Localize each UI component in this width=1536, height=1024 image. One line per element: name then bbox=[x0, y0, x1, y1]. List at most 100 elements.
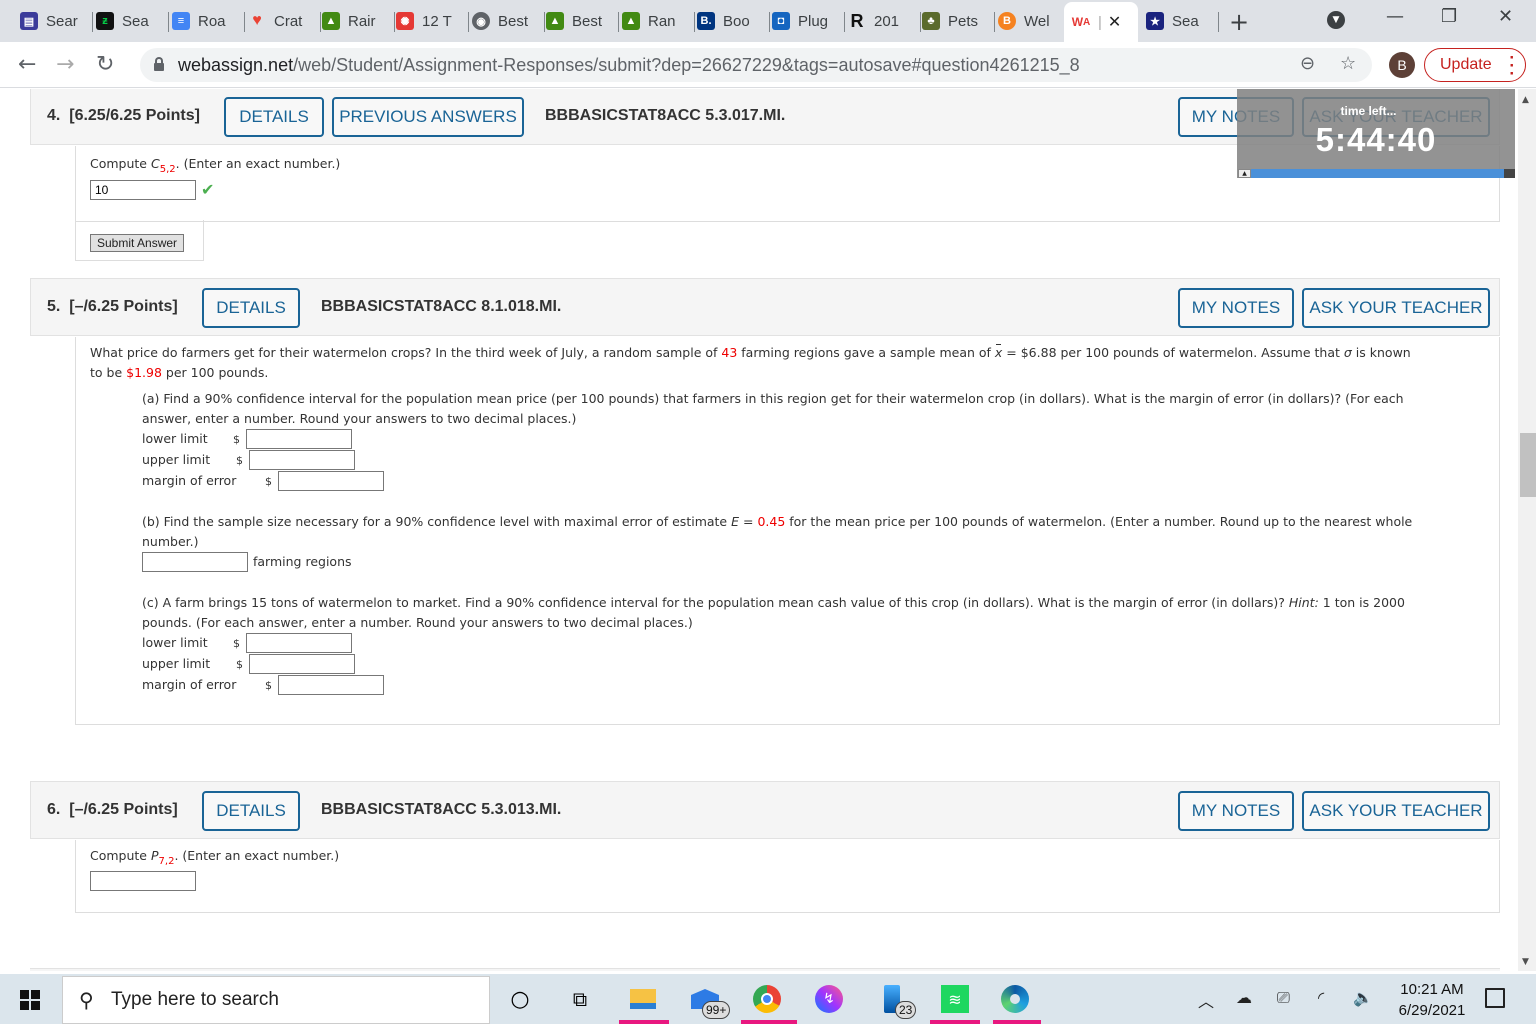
question-6-header: 6. [–/6.25 Points] DETAILS BBBASICSTAT8A… bbox=[30, 781, 1500, 839]
reload-icon[interactable]: ↻ bbox=[96, 52, 114, 77]
minimize-icon[interactable]: — bbox=[1386, 6, 1404, 27]
browser-tab[interactable]: ♣ Pets bbox=[922, 6, 995, 36]
part-a-margin-of-error-input[interactable] bbox=[278, 471, 384, 491]
scrollbar-thumb[interactable] bbox=[1520, 433, 1536, 497]
browser-tab[interactable]: ★ Sea bbox=[1146, 6, 1219, 36]
dollar-sign: $ bbox=[233, 433, 240, 446]
new-tab-button[interactable]: + bbox=[1229, 8, 1249, 36]
time-left-overlay: time left... 5:44:40 ▲ bbox=[1237, 89, 1515, 178]
tab-search-icon[interactable]: ▼ bbox=[1327, 11, 1345, 29]
file-explorer-icon[interactable] bbox=[628, 984, 658, 1014]
cortana-icon[interactable]: ○ bbox=[505, 984, 535, 1014]
details-button[interactable]: DETAILS bbox=[202, 288, 300, 328]
taskbar-clock[interactable]: 10:21 AM 6/29/2021 bbox=[1384, 979, 1480, 1021]
part-b-text-2: number.) bbox=[142, 534, 199, 549]
back-icon[interactable]: ← bbox=[18, 52, 36, 77]
question-code: BBBASICSTAT8ACC 8.1.018.MI. bbox=[321, 298, 562, 315]
notification-center-icon[interactable] bbox=[1485, 988, 1505, 1008]
page-scrollbar[interactable]: ▲ ▼ bbox=[1518, 89, 1536, 971]
question-5-header: 5. [–/6.25 Points] DETAILS BBBASICSTAT8A… bbox=[30, 278, 1500, 336]
chrome-icon[interactable] bbox=[752, 984, 782, 1014]
ask-teacher-button[interactable]: ASK YOUR TEACHER bbox=[1302, 791, 1490, 831]
google-docs-icon: ≡ bbox=[172, 12, 190, 30]
weather-icon: ✺ bbox=[396, 12, 414, 30]
edge-icon[interactable] bbox=[1000, 984, 1030, 1014]
details-button[interactable]: DETAILS bbox=[202, 791, 300, 831]
bookmark-star-icon[interactable]: ☆ bbox=[1340, 53, 1356, 74]
part-a-upper-limit-input[interactable] bbox=[249, 450, 355, 470]
question-6-answer-input[interactable] bbox=[90, 871, 196, 891]
browser-tab[interactable]: B Wel bbox=[998, 6, 1068, 36]
building-icon: ▤ bbox=[20, 12, 38, 30]
details-button[interactable]: DETAILS bbox=[224, 97, 324, 137]
ask-teacher-button[interactable]: ASK YOUR TEACHER bbox=[1302, 288, 1490, 328]
unit-label: farming regions bbox=[253, 554, 352, 569]
r-icon: R bbox=[850, 10, 864, 31]
scroll-down-icon[interactable]: ▼ bbox=[1522, 957, 1529, 967]
browser-tab[interactable]: ✺ 12 T bbox=[396, 6, 469, 36]
part-c-margin-of-error-input[interactable] bbox=[278, 675, 384, 695]
phone-badge: 23 bbox=[895, 1001, 917, 1019]
browser-tab[interactable]: ▲ Ran bbox=[622, 6, 695, 36]
browser-tab[interactable]: ▲ Best bbox=[546, 6, 619, 36]
b-logo-icon: B bbox=[998, 12, 1016, 30]
messenger-icon[interactable]: ↯ bbox=[814, 984, 844, 1014]
meet-now-icon[interactable]: ⎚ bbox=[1277, 988, 1290, 1008]
field-label: margin of error bbox=[142, 677, 237, 692]
my-notes-button[interactable]: MY NOTES bbox=[1178, 791, 1294, 831]
mail-badge: 99+ bbox=[702, 1001, 731, 1019]
forward-icon[interactable]: → bbox=[56, 52, 74, 77]
onedrive-sync-icon[interactable]: ☁ bbox=[1236, 988, 1252, 1007]
dollar-sign: $ bbox=[265, 679, 272, 692]
browser-tab[interactable]: ≡ Roa bbox=[172, 6, 245, 36]
zoom-icon[interactable]: ⊖ bbox=[1300, 53, 1315, 74]
part-c-text: (c) A farm brings 15 tons of watermelon … bbox=[142, 595, 1405, 610]
browser-tab-active[interactable]: WA | ✕ bbox=[1064, 2, 1138, 42]
dollar-sign: $ bbox=[233, 637, 240, 650]
profile-avatar[interactable]: B bbox=[1389, 52, 1415, 78]
part-b-sample-size-input[interactable] bbox=[142, 552, 248, 572]
browser-tab[interactable]: B. Boo bbox=[697, 6, 770, 36]
menu-kebab-icon[interactable]: · · · bbox=[1509, 49, 1515, 82]
webassign-icon: WA bbox=[1071, 15, 1091, 29]
address-bar[interactable]: webassign.net/web/Student/Assignment-Res… bbox=[140, 48, 1372, 82]
update-button[interactable]: Update · · · bbox=[1424, 48, 1526, 82]
restore-icon[interactable]: ❐ bbox=[1441, 6, 1457, 27]
close-tab-icon[interactable]: ✕ bbox=[1108, 12, 1121, 32]
spotify-icon[interactable]: ≋ bbox=[940, 984, 970, 1014]
my-notes-button[interactable]: MY NOTES bbox=[1178, 288, 1294, 328]
taskbar-search[interactable]: ⚲ Type here to search bbox=[62, 976, 490, 1024]
previous-answers-button[interactable]: PREVIOUS ANSWERS bbox=[332, 97, 524, 137]
browser-tab[interactable]: R 201 bbox=[848, 6, 921, 36]
url-text[interactable]: webassign.net/web/Student/Assignment-Res… bbox=[178, 55, 1080, 76]
task-view-icon[interactable]: ⧉ bbox=[565, 984, 595, 1014]
show-hidden-icons[interactable]: ︿ bbox=[1198, 988, 1214, 1012]
submit-answer-button[interactable]: Submit Answer bbox=[90, 234, 185, 252]
browser-tab[interactable]: ◘ Plug bbox=[772, 6, 845, 36]
browser-tab[interactable]: ƶ Sea bbox=[96, 6, 169, 36]
part-c-upper-limit-input[interactable] bbox=[249, 654, 355, 674]
windows-start-icon[interactable] bbox=[20, 990, 40, 1010]
windows-taskbar: ⚲ Type here to search ○ ⧉ 99+ ↯ 23 ≋ ︿ ☁… bbox=[0, 974, 1536, 1024]
scroll-up-icon[interactable]: ▲ bbox=[1522, 95, 1529, 105]
timer-collapse-icon[interactable]: ▲ bbox=[1238, 169, 1251, 178]
question-5-intro-line1: What price do farmers get for their wate… bbox=[90, 343, 1411, 363]
question-4-answer-input[interactable]: 10 bbox=[90, 180, 196, 200]
google-maps-icon: ♥ bbox=[252, 12, 262, 29]
part-a-lower-limit-input[interactable] bbox=[246, 429, 352, 449]
volume-icon[interactable]: 🔈 bbox=[1353, 988, 1373, 1007]
wifi-icon[interactable]: ◜ bbox=[1318, 988, 1324, 1007]
deviantart-icon: ƶ bbox=[96, 12, 114, 30]
alltrails-icon: ▲ bbox=[322, 12, 340, 30]
browser-tab[interactable]: ▤ Sear bbox=[20, 6, 93, 36]
question-5-intro-line2: to be $1.98 per 100 pounds. bbox=[90, 365, 269, 380]
browser-tab[interactable]: ▲ Rair bbox=[322, 6, 395, 36]
part-a-text-2: answer, enter a number. Round your answe… bbox=[142, 411, 577, 426]
part-b-text: (b) Find the sample size necessary for a… bbox=[142, 514, 1413, 529]
next-question-header bbox=[30, 968, 1500, 971]
browser-tab[interactable]: ◉ Best bbox=[472, 6, 545, 36]
webassign-page: 4. [6.25/6.25 Points] DETAILS PREVIOUS A… bbox=[0, 89, 1518, 971]
close-window-icon[interactable]: ✕ bbox=[1498, 6, 1513, 27]
browser-tab[interactable]: ♥ Crat bbox=[248, 6, 321, 36]
part-c-lower-limit-input[interactable] bbox=[246, 633, 352, 653]
